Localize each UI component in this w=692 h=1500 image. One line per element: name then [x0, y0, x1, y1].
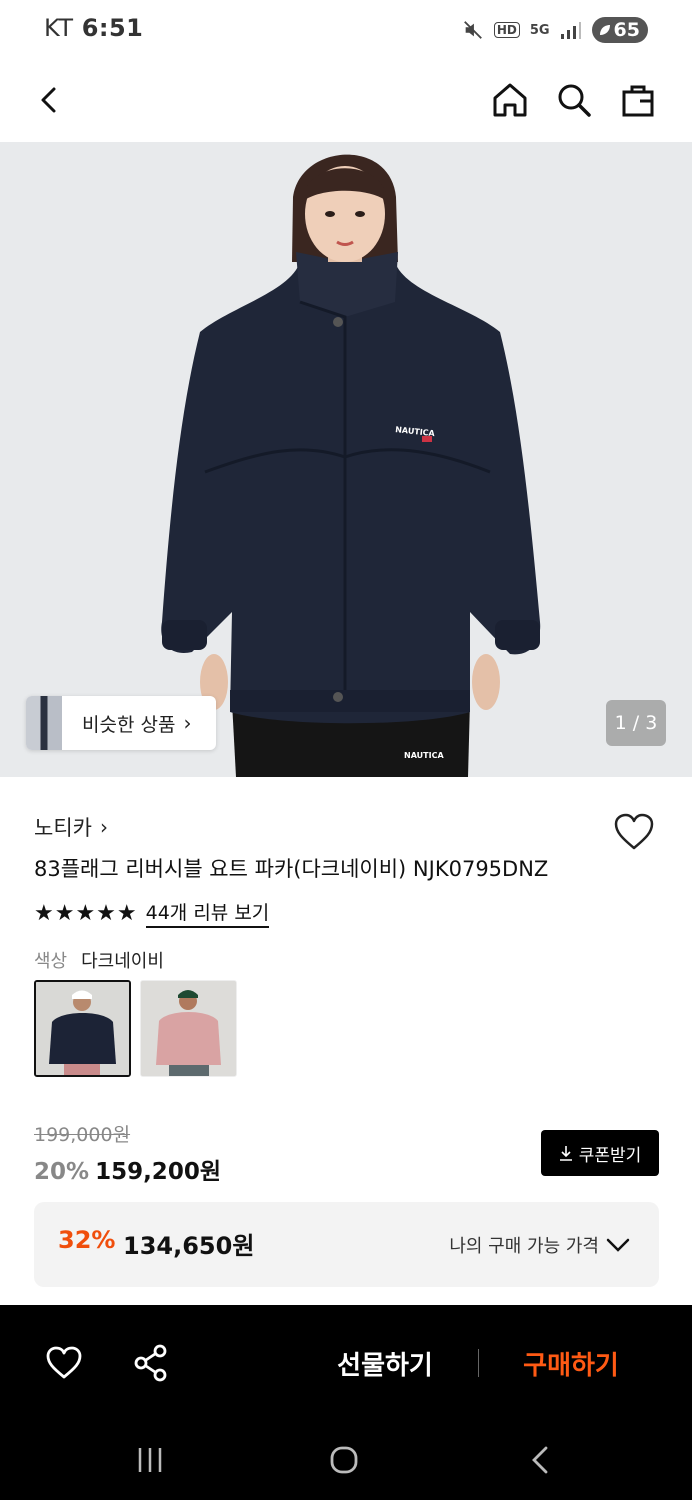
similar-thumbnail	[26, 696, 62, 750]
back-system-button[interactable]	[520, 1440, 560, 1480]
mute-icon	[463, 21, 482, 39]
star-rating: ★★★★★	[34, 900, 138, 926]
status-carrier-time: KT 6:51	[44, 14, 143, 42]
review-link[interactable]: 44개 리뷰 보기	[145, 898, 270, 928]
brand-name: 노티카	[34, 816, 92, 840]
network-icon: 5G	[529, 22, 550, 38]
my-price-dropdown[interactable]: 32% 134,650원 나의 구매 가능 가격	[34, 1202, 659, 1287]
bottom-wishlist-button[interactable]	[44, 1343, 84, 1383]
heart-outline-icon	[46, 1346, 82, 1379]
coupon-label: 쿠폰받기	[578, 1145, 642, 1166]
system-navigation-bar	[0, 1420, 692, 1500]
leaf-icon	[599, 25, 610, 35]
action-divider	[478, 1349, 479, 1377]
status-icons: HD 5G 65	[462, 16, 648, 44]
swatch-pink-image	[141, 981, 236, 1076]
heart-outline-icon	[614, 813, 654, 850]
top-navigation	[0, 60, 692, 140]
image-page-indicator: 1 / 3	[606, 700, 666, 746]
product-image-carousel[interactable]: NAUTICA NAUTICA	[0, 142, 692, 777]
clock: 6:51	[81, 14, 144, 42]
shopping-bag-icon	[622, 85, 654, 117]
carrier-label: KT	[44, 14, 74, 42]
recent-apps-icon	[138, 1448, 162, 1472]
color-swatch-pink[interactable]	[140, 980, 237, 1077]
similar-products-button[interactable]: 비슷한 상품 ›	[26, 696, 216, 750]
search-button[interactable]	[548, 74, 600, 126]
my-price-label: 나의 구매 가능 가격	[449, 1236, 599, 1257]
color-row: 색상 다크네이비	[34, 947, 164, 973]
sale-price-row: 20% 159,200원	[34, 1152, 221, 1186]
signal-icon	[560, 22, 581, 39]
discount-rate: 20%	[34, 1159, 90, 1185]
color-key-label: 색상	[34, 951, 68, 972]
hd-icon: HD	[493, 22, 520, 38]
home-circle-icon	[330, 1446, 358, 1474]
buy-button[interactable]: 구매하기	[506, 1343, 636, 1383]
download-icon	[559, 1146, 572, 1161]
cart-button[interactable]	[612, 74, 664, 126]
similar-products-label: 비슷한 상품	[82, 713, 176, 736]
brand-link[interactable]: 노티카 ›	[34, 812, 108, 842]
home-button[interactable]	[484, 74, 536, 126]
back-button[interactable]	[24, 74, 76, 126]
chevron-right-icon: ›	[183, 711, 192, 735]
share-button[interactable]	[132, 1343, 170, 1383]
rating-row: ★★★★★ 44개 리뷰 보기	[34, 898, 270, 928]
home-icon	[493, 83, 527, 117]
home-system-button[interactable]	[324, 1440, 364, 1480]
battery-indicator: 65	[591, 17, 648, 43]
chevron-right-icon: ›	[99, 815, 108, 839]
product-title: 83플래그 리버시블 요트 파카(다크네이비) NJK0795DNZ	[34, 857, 549, 881]
swatch-navy-image	[36, 982, 129, 1075]
pants-logo-text: NAUTICA	[404, 751, 444, 760]
search-icon	[558, 84, 591, 117]
recent-apps-button[interactable]	[130, 1440, 170, 1480]
sale-price: 159,200원	[95, 1159, 221, 1185]
coupon-button[interactable]: 쿠폰받기	[541, 1130, 659, 1176]
product-photo: NAUTICA NAUTICA	[0, 142, 692, 777]
my-discount-rate: 32%	[58, 1226, 116, 1254]
color-value: 다크네이비	[81, 951, 164, 972]
share-icon	[134, 1344, 167, 1382]
status-bar: KT 6:51 HD 5G 65	[0, 0, 692, 60]
wishlist-button[interactable]	[612, 810, 656, 854]
gift-button[interactable]: 선물하기	[320, 1343, 450, 1383]
color-swatch-navy[interactable]	[34, 980, 131, 1077]
my-price-value: 134,650원	[123, 1232, 255, 1260]
back-chevron-icon	[532, 1446, 548, 1474]
back-icon	[41, 87, 56, 113]
original-price: 199,000원	[34, 1124, 131, 1146]
chevron-down-icon	[606, 1238, 630, 1252]
battery-level: 65	[613, 19, 640, 41]
